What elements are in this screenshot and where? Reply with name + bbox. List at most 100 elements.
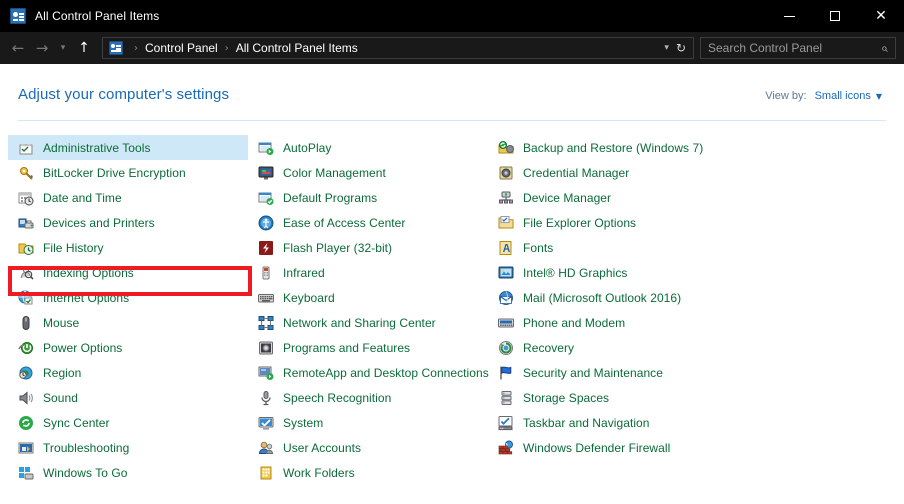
control-panel-item[interactable]: Region [8, 360, 248, 385]
control-panel-item[interactable]: Flash Player (32-bit) [248, 235, 488, 260]
control-panel-item[interactable]: Security and Maintenance [488, 360, 788, 385]
control-panel-item-label: RemoteApp and Desktop Connections [283, 366, 489, 380]
fonts-icon [498, 240, 514, 256]
control-panel-item[interactable]: File History [8, 235, 248, 260]
control-panel-item[interactable]: Date and Time [8, 185, 248, 210]
device-manager-icon [498, 190, 514, 206]
search-input[interactable] [708, 41, 878, 55]
item-column-1: Administrative ToolsBitLocker Drive Encr… [8, 135, 248, 485]
control-panel-item[interactable]: Ease of Access Center [248, 210, 488, 235]
title-bar: All Control Panel Items ✕ [0, 0, 904, 32]
control-panel-item[interactable]: Sync Center [8, 410, 248, 435]
view-by-control[interactable]: View by: Small icons ▼ [765, 90, 882, 102]
control-panel-item[interactable]: RemoteApp and Desktop Connections [248, 360, 488, 385]
control-panel-item[interactable]: Taskbar and Navigation [488, 410, 788, 435]
administrative-tools-icon [18, 140, 34, 156]
devices-and-printers-icon [18, 215, 34, 231]
user-accounts-icon [258, 440, 274, 456]
control-panel-item[interactable]: Troubleshooting [8, 435, 248, 460]
internet-options-icon [18, 290, 34, 306]
control-panel-item[interactable]: Intel® HD Graphics [488, 260, 788, 285]
default-programs-icon [258, 190, 274, 206]
control-panel-item-label: Work Folders [283, 466, 355, 480]
windows-firewall-icon [498, 440, 514, 456]
breadcrumb-separator-1: › [127, 43, 145, 54]
control-panel-item[interactable]: Administrative Tools [8, 135, 248, 160]
control-panel-item-label: Mail (Microsoft Outlook 2016) [523, 291, 681, 305]
control-panel-item-label: Indexing Options [43, 266, 134, 280]
control-panel-item[interactable]: Infrared [248, 260, 488, 285]
control-panel-item-label: Mouse [43, 316, 79, 330]
maximize-button[interactable] [812, 0, 858, 32]
control-panel-item-label: Device Manager [523, 191, 611, 205]
forward-arrow-icon: → [36, 39, 49, 57]
search-icon[interactable]: ⌕ [878, 41, 891, 56]
control-panel-item[interactable]: Backup and Restore (Windows 7) [488, 135, 788, 160]
control-panel-item-label: Infrared [283, 266, 325, 280]
minimize-button[interactable] [766, 0, 812, 32]
recent-locations-button[interactable]: ▾ [54, 36, 72, 60]
control-panel-item[interactable]: Internet Options [8, 285, 248, 310]
control-panel-item[interactable]: Keyboard [248, 285, 488, 310]
mouse-icon [18, 315, 34, 331]
header-row: Adjust your computer's settings View by:… [0, 64, 904, 103]
control-panel-item[interactable]: Windows To Go [8, 460, 248, 485]
control-panel-item[interactable]: Recovery [488, 335, 788, 360]
control-panel-item[interactable]: Default Programs [248, 185, 488, 210]
breadcrumb-separator-2: › [218, 43, 236, 54]
control-panel-item[interactable]: Power Options [8, 335, 248, 360]
control-panel-item[interactable]: Indexing Options [8, 260, 248, 285]
address-dropdown-icon[interactable]: ▾ [660, 43, 676, 53]
autoplay-icon [258, 140, 274, 156]
breadcrumb-item-all-control-panel-items[interactable]: All Control Panel Items [236, 41, 358, 55]
refresh-icon[interactable]: ↻ [676, 41, 689, 55]
control-panel-item[interactable]: AutoPlay [248, 135, 488, 160]
control-panel-item[interactable]: Work Folders [248, 460, 488, 485]
control-panel-item[interactable]: BitLocker Drive Encryption [8, 160, 248, 185]
control-panel-item[interactable]: Devices and Printers [8, 210, 248, 235]
control-panel-item[interactable]: File Explorer Options [488, 210, 788, 235]
view-by-label: View by: [765, 90, 806, 102]
control-panel-item[interactable]: Storage Spaces [488, 385, 788, 410]
file-explorer-options-icon [498, 215, 514, 231]
intel-graphics-icon [498, 265, 514, 281]
indexing-options-icon [18, 265, 34, 281]
breadcrumb-item-control-panel[interactable]: Control Panel [145, 41, 218, 55]
search-box[interactable]: ⌕ [700, 37, 896, 59]
phone-modem-icon [498, 315, 514, 331]
control-panel-item-label: Sound [43, 391, 78, 405]
control-panel-item-label: Windows To Go [43, 466, 127, 480]
control-panel-item[interactable]: Mouse [8, 310, 248, 335]
control-panel-item-label: Speech Recognition [283, 391, 391, 405]
breadcrumb[interactable]: › Control Panel › All Control Panel Item… [102, 37, 694, 59]
control-panel-item[interactable]: Credential Manager [488, 160, 788, 185]
control-panel-item[interactable]: Fonts [488, 235, 788, 260]
control-panel-item[interactable]: Speech Recognition [248, 385, 488, 410]
date-and-time-icon [18, 190, 34, 206]
control-panel-item[interactable]: Network and Sharing Center [248, 310, 488, 335]
close-button[interactable]: ✕ [858, 0, 904, 32]
back-button[interactable]: ← [6, 36, 30, 60]
control-panel-item[interactable]: Mail (Microsoft Outlook 2016) [488, 285, 788, 310]
up-button[interactable]: ↑ [72, 36, 96, 60]
recovery-icon [498, 340, 514, 356]
forward-button[interactable]: → [30, 36, 54, 60]
remoteapp-icon [258, 365, 274, 381]
control-panel-item[interactable]: Device Manager [488, 185, 788, 210]
control-panel-item[interactable]: User Accounts [248, 435, 488, 460]
chevron-down-icon: ▾ [61, 43, 66, 53]
item-column-3: Backup and Restore (Windows 7) Credential… [488, 135, 788, 485]
control-panel-item[interactable]: Programs and Features [248, 335, 488, 360]
control-panel-item-label: Ease of Access Center [283, 216, 405, 230]
control-panel-item[interactable]: Color Management [248, 160, 488, 185]
back-arrow-icon: ← [12, 39, 25, 57]
control-panel-item-label: Backup and Restore (Windows 7) [523, 141, 703, 155]
control-panel-item[interactable]: Sound [8, 385, 248, 410]
address-bar: ← → ▾ ↑ › Control Panel › All Control Pa… [0, 32, 904, 64]
control-panel-item[interactable]: Phone and Modem [488, 310, 788, 335]
view-by-value[interactable]: Small icons [815, 90, 871, 102]
control-panel-item[interactable]: Windows Defender Firewall [488, 435, 788, 460]
chevron-down-icon[interactable]: ▼ [876, 92, 882, 101]
control-panel-item-label: Region [43, 366, 81, 380]
control-panel-item[interactable]: System [248, 410, 488, 435]
